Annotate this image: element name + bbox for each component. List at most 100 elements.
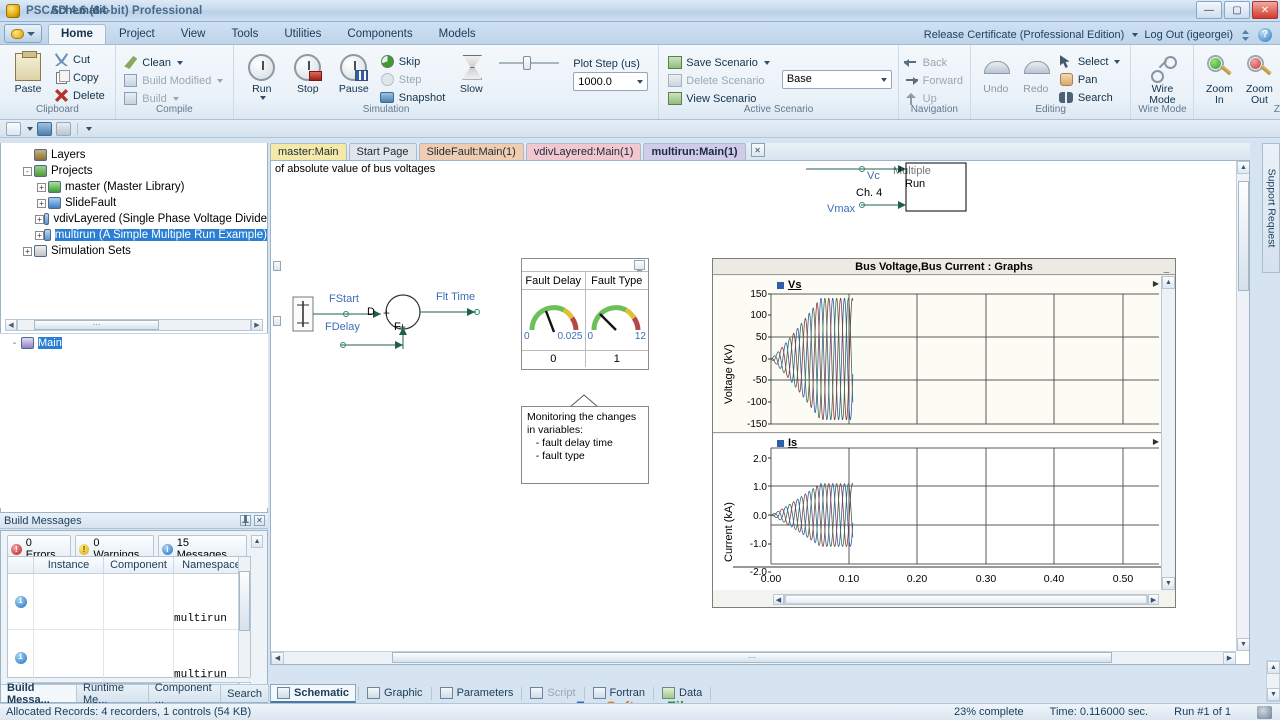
plot-vs[interactable]: Vs Voltage (kV) 150 100 50 0 -50 -100 -1…	[713, 276, 1162, 433]
tree-item-simulation-sets[interactable]: + Simulation Sets	[7, 243, 267, 259]
scroll-thumb[interactable]: ⋯	[34, 319, 159, 330]
tree-item-vdivlayered[interactable]: + vdivLayered (Single Phase Voltage Divi…	[7, 211, 267, 227]
gauge-fault-type[interactable]: 0 12	[586, 290, 649, 350]
ribbon-tab-tools[interactable]: Tools	[218, 24, 271, 44]
fault-meter-panel[interactable]: _ Fault Delay Fault Type 0 0.025 0 12 0 …	[521, 258, 649, 370]
customize-caret-icon[interactable]	[86, 126, 92, 131]
expander-icon[interactable]	[21, 149, 34, 162]
minimize-icon[interactable]: _	[634, 260, 645, 271]
ribbon-tab-home[interactable]: Home	[48, 24, 106, 44]
view-tab-schematic[interactable]: Schematic	[270, 683, 357, 703]
build-modified-button[interactable]: Build Modified	[121, 72, 227, 89]
tree-item-layers[interactable]: Layers	[7, 147, 267, 163]
scroll-thumb[interactable]	[1238, 181, 1249, 291]
run-chevron-down-icon[interactable]	[259, 96, 266, 100]
outer-vscrollbar[interactable]: ▲ ▼	[1266, 660, 1280, 702]
active-scenario-select[interactable]: Base	[781, 69, 892, 89]
application-menu-button[interactable]	[4, 24, 42, 43]
expander-icon[interactable]: +	[35, 197, 48, 210]
scroll-up-icon[interactable]: ▲	[1237, 161, 1249, 174]
ribbon-tab-project[interactable]: Project	[106, 24, 168, 44]
document-tab-master-main[interactable]: master:Main	[270, 143, 347, 160]
plot-vs-pan-right-icon[interactable]: ▶	[1153, 279, 1159, 288]
delete-button[interactable]: Delete	[52, 87, 109, 104]
scroll-left-icon[interactable]: ◀	[271, 651, 284, 664]
scroll-right-icon[interactable]: ▶	[1148, 594, 1159, 605]
help-icon[interactable]: ?	[1258, 28, 1272, 42]
wire-mode-button[interactable]: Wire Mode	[1137, 50, 1187, 106]
tab-runtime-messages[interactable]: Runtime Me...	[77, 682, 149, 706]
plot-step-input[interactable]: 1000.0	[573, 72, 649, 91]
delete-scenario-button[interactable]: Delete Scenario	[665, 72, 774, 89]
table-vscrollbar[interactable]	[238, 557, 250, 677]
canvas-left-handle-top[interactable]	[273, 261, 281, 271]
document-tab-vdivlayered-main[interactable]: vdivLayered:Main(1)	[525, 143, 642, 160]
scroll-left-icon[interactable]: ◀	[5, 318, 17, 331]
close-tab-icon[interactable]: ✕	[750, 143, 765, 157]
view-tab-script[interactable]: Script	[524, 685, 581, 701]
ribbon-tab-components[interactable]: Components	[334, 24, 425, 44]
tab-search[interactable]: Search	[221, 685, 269, 702]
canvas-hscrollbar[interactable]: ◀ ⋯ ▶	[271, 651, 1236, 664]
copy-button[interactable]: Copy	[52, 69, 109, 86]
expander-icon[interactable]: -	[21, 165, 34, 178]
simulation-speed-button[interactable]: Slow	[451, 50, 491, 95]
scroll-up-icon[interactable]: ▲	[1267, 661, 1280, 674]
forward-button[interactable]: Forward	[902, 72, 967, 89]
maximize-button[interactable]: ▢	[1224, 1, 1250, 19]
stop-button[interactable]: Stop	[286, 50, 330, 95]
print-icon[interactable]	[56, 121, 71, 136]
scroll-right-icon[interactable]: ▶	[1223, 651, 1236, 664]
workspace-hscrollbar[interactable]: ◀ ⋯ ▶	[5, 318, 263, 331]
plot-step-chevron-down-icon[interactable]	[633, 76, 645, 88]
active-scenario-chevron-down-icon[interactable]	[877, 74, 889, 86]
zoom-in-button[interactable]: Zoom In	[1200, 50, 1238, 106]
tab-build-messages[interactable]: Build Messa...	[1, 682, 77, 706]
pin-icon[interactable]	[240, 515, 251, 526]
expander-icon[interactable]: +	[35, 181, 48, 194]
support-request-tab[interactable]: Support Request	[1262, 143, 1280, 273]
tree-item-master[interactable]: + master (Master Library)	[7, 179, 267, 195]
plot-is-pan-right-icon[interactable]: ▶	[1153, 437, 1159, 446]
table-row[interactable]: i multirun	[8, 574, 250, 630]
pan-button[interactable]: Pan	[1057, 71, 1125, 88]
redo-button[interactable]: Redo	[1017, 50, 1055, 95]
expander-icon[interactable]: +	[35, 229, 44, 242]
window-controls[interactable]: — ▢ ✕	[1196, 1, 1278, 19]
build-modified-chevron-down-icon[interactable]	[217, 78, 224, 83]
tree-item-multirun[interactable]: + multirun (A Simple Multiple Run Exampl…	[7, 227, 267, 243]
canvas-left-handle-bottom[interactable]	[273, 316, 281, 326]
clean-chevron-down-icon[interactable]	[177, 60, 183, 65]
close-icon[interactable]: ✕	[254, 515, 265, 526]
step-button[interactable]: Step	[378, 71, 449, 88]
expander-icon[interactable]: +	[35, 213, 44, 226]
zoom-out-button[interactable]: Zoom Out	[1240, 50, 1278, 106]
minimize-button[interactable]: —	[1196, 1, 1222, 19]
simulation-speed-slider[interactable]	[493, 50, 565, 76]
scroll-left-icon[interactable]: ◀	[773, 594, 784, 605]
back-button[interactable]: Back	[902, 54, 967, 71]
scroll-thumb[interactable]: ⋯	[392, 651, 1112, 663]
select-chevron-down-icon[interactable]	[1114, 59, 1121, 64]
undo-button[interactable]: Undo	[977, 50, 1015, 95]
scroll-up-icon[interactable]: ▲	[1162, 276, 1175, 289]
dropdown-caret-icon[interactable]	[27, 126, 33, 131]
tab-component-wizard[interactable]: Component ...	[149, 682, 222, 706]
view-tab-parameters[interactable]: Parameters	[434, 685, 520, 701]
plot-is[interactable]: Is Current (kA) 2.0 1.0 0.0 -1.0 -2.0 0.…	[713, 434, 1162, 590]
canvas-vscrollbar[interactable]: ▲ ▼	[1236, 161, 1249, 651]
select-button[interactable]: Select	[1057, 53, 1125, 70]
run-button[interactable]: Run	[240, 50, 284, 100]
messages-scroll-up-icon[interactable]: ▲	[251, 535, 264, 548]
monitoring-note[interactable]: Monitoring the changes in variables: - f…	[521, 406, 649, 484]
build-chevron-down-icon[interactable]	[172, 96, 179, 101]
gauge-fault-delay[interactable]: 0 0.025	[522, 290, 586, 350]
certificate-chevron-down-icon[interactable]	[1132, 33, 1139, 37]
graph-vscrollbar[interactable]: ▲ ▼	[1161, 276, 1175, 590]
new-icon[interactable]	[6, 121, 21, 136]
document-tab-slidefault-main[interactable]: SlideFault:Main(1)	[418, 143, 524, 160]
tree-item-projects[interactable]: - Projects	[7, 163, 267, 179]
graph-hscrollbar[interactable]: ◀ ▶	[773, 594, 1159, 605]
ribbon-tab-models[interactable]: Models	[426, 24, 489, 44]
scroll-down-icon[interactable]: ▼	[1267, 688, 1280, 701]
